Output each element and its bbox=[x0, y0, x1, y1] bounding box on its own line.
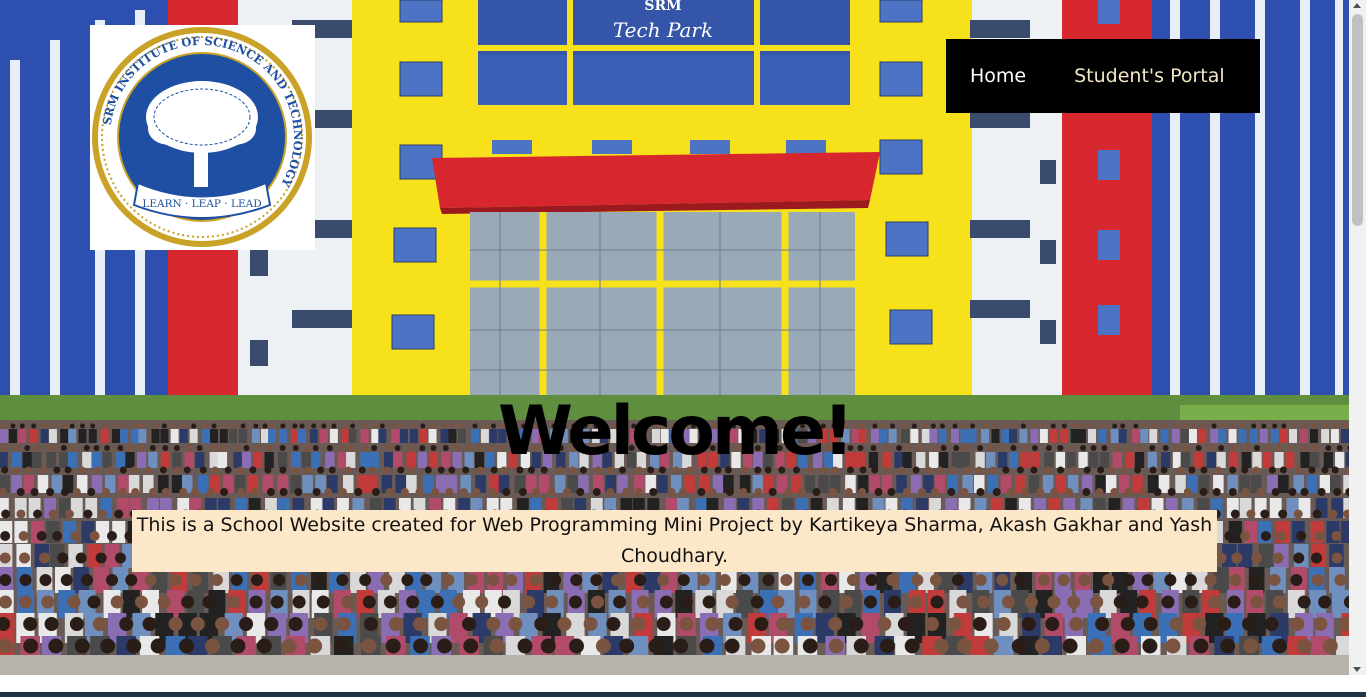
page-scrollbar[interactable] bbox=[1349, 0, 1366, 675]
intro-description: This is a School Website created for Web… bbox=[132, 510, 1217, 572]
svg-text:SRM: SRM bbox=[644, 0, 681, 14]
svg-text:Tech Park: Tech Park bbox=[613, 18, 713, 42]
scroll-down-arrow-icon[interactable] bbox=[1353, 667, 1361, 672]
welcome-heading: Welcome! bbox=[497, 392, 854, 471]
nav-students-portal-link[interactable]: Student's Portal bbox=[1050, 65, 1249, 87]
taskbar-edge bbox=[0, 692, 1366, 697]
scroll-thumb[interactable] bbox=[1352, 14, 1363, 226]
logo-emblem-icon: SRM INSTITUTE OF SCIENCE AND TECHNOLOGY … bbox=[92, 27, 312, 247]
institute-logo[interactable]: SRM INSTITUTE OF SCIENCE AND TECHNOLOGY … bbox=[90, 25, 315, 250]
scroll-up-arrow-icon[interactable] bbox=[1353, 3, 1361, 8]
nav-home-link[interactable]: Home bbox=[946, 65, 1050, 87]
svg-text:LEARN · LEAP · LEAD: LEARN · LEAP · LEAD bbox=[142, 198, 261, 210]
main-nav: Home Student's Portal bbox=[946, 39, 1260, 113]
page: SRM Tech Park SRM INSTITUTE OF SCIENCE A… bbox=[0, 0, 1366, 697]
